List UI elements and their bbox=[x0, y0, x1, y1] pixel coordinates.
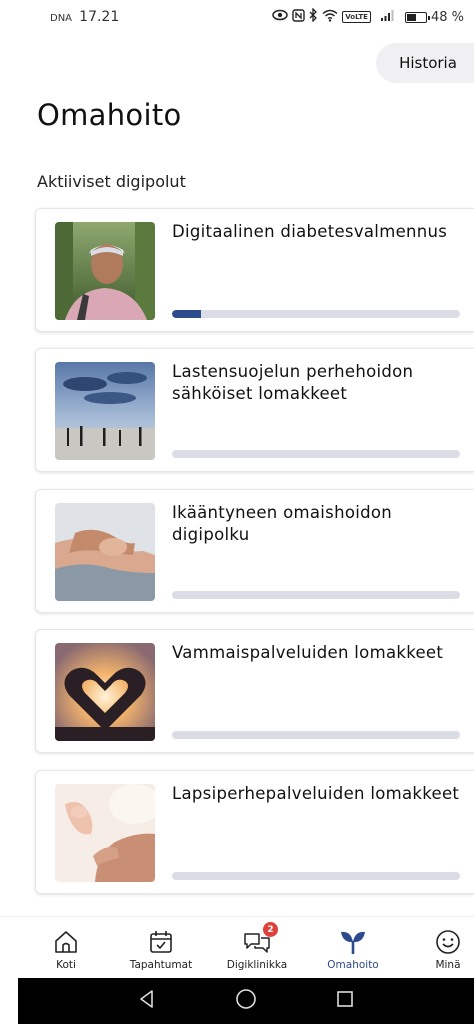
eye-icon bbox=[272, 9, 289, 25]
recents-icon[interactable] bbox=[335, 989, 355, 1013]
digipath-card-family-services[interactable]: Lapsiperhepalveluiden lomakkeet bbox=[35, 770, 474, 894]
home-circle-icon[interactable] bbox=[235, 988, 257, 1014]
card-title: Lapsiperhepalveluiden lomakkeet bbox=[172, 784, 460, 803]
battery-icon bbox=[404, 11, 430, 23]
progress-bar bbox=[172, 872, 460, 880]
card-title: Digitaalinen diabetesvalmennus bbox=[172, 222, 448, 241]
nav-item-koti[interactable]: Koti bbox=[38, 917, 94, 979]
section-title: Aktiiviset digipolut bbox=[37, 172, 186, 191]
nav-label: Tapahtumat bbox=[129, 959, 193, 971]
digipath-card-foster-care[interactable]: Lastensuojelun perhehoidon sähköiset lom… bbox=[35, 348, 474, 472]
digipath-card-elder-care[interactable]: Ikääntyneen omaishoidon digipolku bbox=[35, 489, 474, 613]
nav-label: Omahoito bbox=[327, 959, 379, 971]
nav-item-tapahtumat[interactable]: Tapahtumat bbox=[120, 917, 202, 979]
sprout-icon bbox=[338, 927, 368, 957]
bottom-navigation: Koti Tapahtumat 2 Digiklinikka Omahoito … bbox=[0, 916, 474, 978]
nav-item-omahoito[interactable]: Omahoito bbox=[318, 917, 388, 979]
nav-label: Digiklinikka bbox=[226, 959, 288, 971]
digipath-card-diabetes[interactable]: Digitaalinen diabetesvalmennus bbox=[35, 208, 474, 332]
status-bar: DNA 17.21 VoLTE 48 % bbox=[0, 0, 474, 34]
nav-label: Minä bbox=[435, 959, 461, 971]
wifi-icon bbox=[322, 9, 338, 26]
nav-label: Koti bbox=[56, 959, 76, 971]
baby-hand-photo bbox=[55, 784, 155, 882]
card-title: Ikääntyneen omaishoidon digipolku bbox=[172, 503, 393, 544]
card-title: Vammaispalveluiden lomakkeet bbox=[172, 643, 444, 662]
signal-icon bbox=[380, 9, 395, 25]
battery-percent: 48 % bbox=[430, 9, 464, 25]
progress-bar bbox=[172, 310, 460, 318]
heart-hands-photo bbox=[55, 643, 155, 741]
digipath-card-disability-services[interactable]: Vammaispalveluiden lomakkeet bbox=[35, 629, 474, 753]
notification-badge: 2 bbox=[263, 922, 278, 937]
chat-icon: 2 bbox=[242, 922, 278, 957]
status-icons: VoLTE 48 % bbox=[272, 7, 464, 26]
home-icon bbox=[51, 927, 81, 957]
beach-silhouettes-photo bbox=[55, 362, 155, 460]
status-time-group: DNA 17.21 bbox=[50, 9, 119, 25]
nav-item-mina[interactable]: Minä bbox=[424, 917, 472, 979]
calendar-icon bbox=[146, 927, 176, 957]
progress-bar bbox=[172, 450, 460, 458]
progress-bar bbox=[172, 591, 460, 599]
progress-fill bbox=[172, 310, 201, 318]
card-title: Lastensuojelun perhehoidon sähköiset lom… bbox=[172, 362, 414, 403]
history-button[interactable]: Historia bbox=[376, 43, 474, 83]
clock: 17.21 bbox=[79, 9, 120, 25]
page-title: Omahoito bbox=[37, 98, 182, 132]
holding-hands-photo bbox=[55, 503, 155, 601]
progress-bar bbox=[172, 731, 460, 739]
nfc-icon bbox=[292, 8, 305, 26]
system-navigation-bar bbox=[18, 978, 474, 1024]
back-icon[interactable] bbox=[137, 989, 157, 1013]
carrier-label: DNA bbox=[50, 13, 73, 24]
nav-item-digiklinikka[interactable]: 2 Digiklinikka bbox=[214, 917, 300, 979]
woman-outdoors-photo bbox=[55, 222, 155, 320]
bluetooth-icon bbox=[309, 7, 318, 26]
volte-icon: VoLTE bbox=[342, 11, 371, 23]
smiley-icon bbox=[433, 927, 463, 957]
